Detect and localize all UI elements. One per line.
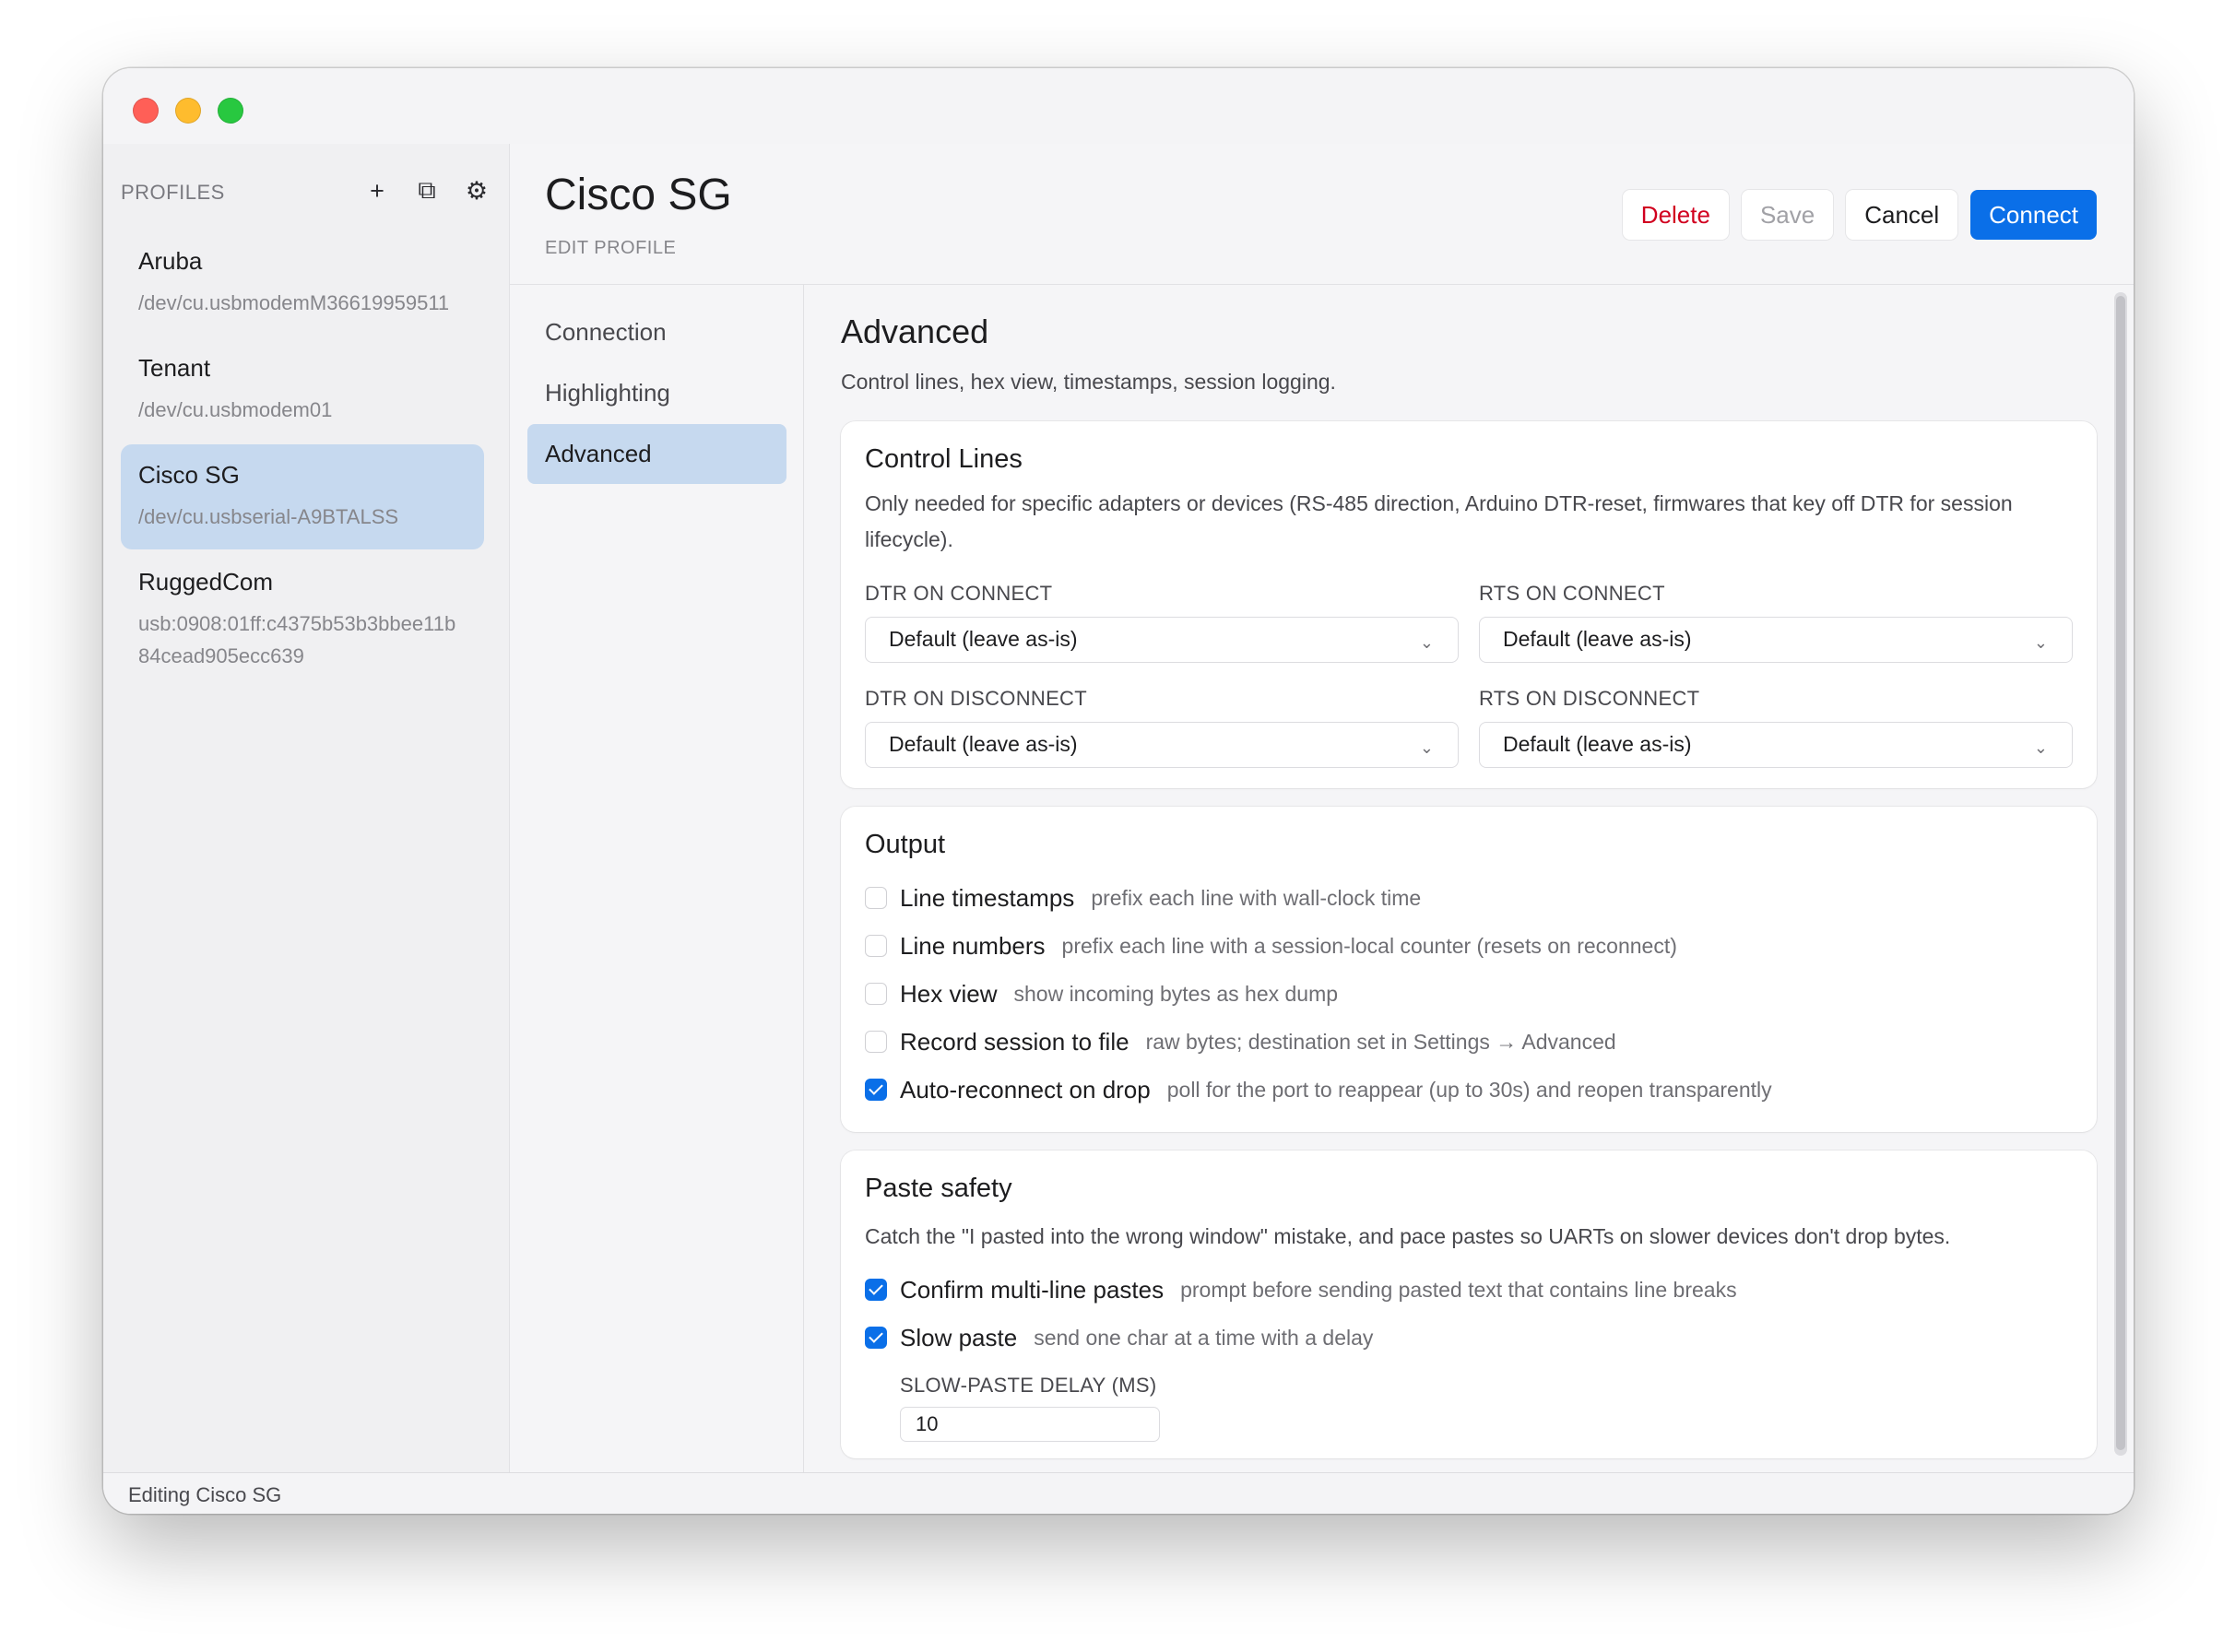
slow-paste-option[interactable]: Slow paste send one char at a time with … bbox=[865, 1321, 1373, 1354]
slow-paste-delay-input[interactable]: 10 bbox=[900, 1407, 1160, 1442]
select-value: Default (leave as-is) bbox=[889, 732, 1078, 756]
duplicate-icon[interactable]: ⧉ bbox=[413, 176, 441, 205]
profile-name: Aruba bbox=[138, 247, 203, 275]
profile-item-tenant[interactable]: Tenant /dev/cu.usbmodem01 bbox=[121, 337, 484, 442]
add-icon[interactable]: + bbox=[363, 177, 391, 205]
nav-item-advanced[interactable]: Advanced bbox=[527, 424, 786, 484]
checkbox[interactable] bbox=[865, 935, 887, 957]
option-hint: prompt before sending pasted text that c… bbox=[1180, 1277, 1737, 1302]
auto-reconnect-option[interactable]: Auto-reconnect on drop poll for the port… bbox=[865, 1073, 1772, 1106]
profile-list: Aruba /dev/cu.usbmodemM36619959511 Tenan… bbox=[121, 230, 484, 690]
close-window-button[interactable] bbox=[133, 98, 159, 124]
checkbox-checked[interactable] bbox=[865, 1327, 887, 1349]
profiles-sidebar: PROFILES + ⧉ ⚙ Aruba /dev/cu.usbmodemM36… bbox=[103, 144, 510, 1473]
section-nav: Connection Highlighting Advanced bbox=[510, 285, 804, 1473]
hex-view-option[interactable]: Hex view show incoming bytes as hex dump bbox=[865, 977, 1338, 1010]
chevron-down-icon: ⌄ bbox=[1419, 633, 1434, 652]
select-value: Default (leave as-is) bbox=[889, 627, 1078, 651]
connect-button[interactable]: Connect bbox=[1970, 190, 2097, 240]
select-value: Default (leave as-is) bbox=[1503, 627, 1692, 651]
checkbox[interactable] bbox=[865, 1031, 887, 1053]
dtr-on-connect-select[interactable]: Default (leave as-is) ⌄ bbox=[865, 617, 1459, 663]
cancel-button[interactable]: Cancel bbox=[1846, 190, 1958, 240]
app-window: PROFILES + ⧉ ⚙ Aruba /dev/cu.usbmodemM36… bbox=[103, 68, 2134, 1514]
profiles-header: PROFILES bbox=[121, 181, 225, 204]
profile-item-cisco-sg[interactable]: Cisco SG /dev/cu.usbserial-A9BTALSS bbox=[121, 444, 484, 549]
profile-path: /dev/cu.usbserial-A9BTALSS bbox=[138, 505, 399, 528]
field-label: DTR ON DISCONNECT bbox=[865, 687, 1087, 710]
rts-on-disconnect-select[interactable]: Default (leave as-is) ⌄ bbox=[1479, 722, 2073, 768]
minimize-window-button[interactable] bbox=[175, 98, 201, 124]
gear-icon[interactable]: ⚙ bbox=[463, 177, 491, 205]
option-hint: poll for the port to reappear (up to 30s… bbox=[1166, 1077, 1772, 1102]
status-bar: Editing Cisco SG bbox=[103, 1472, 2134, 1514]
card-title: Output bbox=[865, 830, 946, 859]
control-lines-card: Control Lines Only needed for specific a… bbox=[841, 421, 2097, 788]
checkbox[interactable] bbox=[865, 983, 887, 1005]
option-hint: show incoming bytes as hex dump bbox=[1013, 981, 1339, 1006]
option-label: Slow paste bbox=[900, 1323, 1018, 1351]
save-button[interactable]: Save bbox=[1741, 190, 1834, 240]
chevron-down-icon: ⌄ bbox=[2033, 633, 2048, 652]
option-hint: send one char at a time with a delay bbox=[1034, 1325, 1374, 1350]
field-label: DTR ON CONNECT bbox=[865, 582, 1053, 605]
paste-safety-card: Paste safety Catch the "I pasted into th… bbox=[841, 1150, 2097, 1458]
page-title: Cisco SG bbox=[545, 171, 732, 219]
select-value: Default (leave as-is) bbox=[1503, 732, 1692, 756]
card-description: Only needed for specific adapters or dev… bbox=[865, 491, 2013, 551]
section-description: Control lines, hex view, timestamps, ses… bbox=[841, 370, 1336, 394]
nav-item-highlighting[interactable]: Highlighting bbox=[527, 363, 786, 423]
checkbox[interactable] bbox=[865, 887, 887, 909]
option-label: Confirm multi-line pastes bbox=[900, 1275, 1165, 1304]
field-label: RTS ON DISCONNECT bbox=[1479, 687, 1700, 710]
card-description: Catch the "I pasted into the wrong windo… bbox=[865, 1224, 1951, 1248]
option-label: Record session to file bbox=[900, 1027, 1129, 1056]
profile-name: RuggedCom bbox=[138, 568, 273, 596]
title-bar bbox=[103, 68, 2134, 145]
chevron-down-icon: ⌄ bbox=[1419, 738, 1434, 757]
dtr-on-disconnect-select[interactable]: Default (leave as-is) ⌄ bbox=[865, 722, 1459, 768]
nav-item-connection[interactable]: Connection bbox=[527, 302, 786, 362]
chevron-down-icon: ⌄ bbox=[2033, 738, 2048, 757]
zoom-window-button[interactable] bbox=[218, 98, 243, 124]
profile-path: /dev/cu.usbmodemM36619959511 bbox=[138, 291, 450, 314]
profile-name: Tenant bbox=[138, 354, 211, 382]
scrollbar-thumb[interactable] bbox=[2116, 296, 2125, 1450]
option-label: Auto-reconnect on drop bbox=[900, 1075, 1151, 1103]
confirm-multiline-option[interactable]: Confirm multi-line pastes prompt before … bbox=[865, 1273, 1737, 1306]
checkbox-checked[interactable] bbox=[865, 1079, 887, 1101]
option-label: Line timestamps bbox=[900, 883, 1075, 912]
profile-path: usb:0908:01ff:c4375b53b3bbee11b84cead905… bbox=[138, 612, 456, 667]
field-label: RTS ON CONNECT bbox=[1479, 582, 1665, 605]
status-text: Editing Cisco SG bbox=[128, 1483, 282, 1506]
checkbox-checked[interactable] bbox=[865, 1279, 887, 1301]
card-title: Control Lines bbox=[865, 444, 1023, 474]
rts-on-connect-select[interactable]: Default (leave as-is) ⌄ bbox=[1479, 617, 2073, 663]
profile-item-ruggedcom[interactable]: RuggedCom usb:0908:01ff:c4375b53b3bbee11… bbox=[121, 551, 484, 689]
card-title: Paste safety bbox=[865, 1174, 1012, 1203]
option-label: Line numbers bbox=[900, 931, 1046, 960]
option-label: Hex view bbox=[900, 979, 998, 1008]
section-title: Advanced bbox=[841, 313, 989, 350]
record-session-option[interactable]: Record session to file raw bytes; destin… bbox=[865, 1025, 1616, 1058]
option-hint: prefix each line with wall-clock time bbox=[1091, 885, 1422, 910]
page-subtitle: EDIT PROFILE bbox=[545, 238, 677, 258]
line-numbers-option[interactable]: Line numbers prefix each line with a ses… bbox=[865, 929, 1677, 962]
editor-header: Cisco SG EDIT PROFILE Delete Save Cancel… bbox=[510, 144, 2134, 285]
line-timestamps-option[interactable]: Line timestamps prefix each line with wa… bbox=[865, 881, 1421, 914]
option-hint: prefix each line with a session-local co… bbox=[1061, 933, 1677, 958]
option-hint: raw bytes; destination set in Settings →… bbox=[1145, 1029, 1616, 1054]
profile-path: /dev/cu.usbmodem01 bbox=[138, 398, 333, 421]
profile-name: Cisco SG bbox=[138, 461, 240, 489]
delete-button[interactable]: Delete bbox=[1622, 190, 1729, 240]
output-card: Output Line timestamps prefix each line … bbox=[841, 807, 2097, 1132]
sidebar-toolbar: + ⧉ ⚙ bbox=[363, 176, 491, 205]
slow-paste-delay-label: SLOW-PASTE DELAY (MS) bbox=[900, 1374, 1157, 1397]
header-actions: Delete Save Cancel Connect bbox=[1622, 190, 2097, 240]
profile-item-aruba[interactable]: Aruba /dev/cu.usbmodemM36619959511 bbox=[121, 230, 484, 336]
advanced-panel: Advanced Control lines, hex view, timest… bbox=[804, 285, 2134, 1473]
